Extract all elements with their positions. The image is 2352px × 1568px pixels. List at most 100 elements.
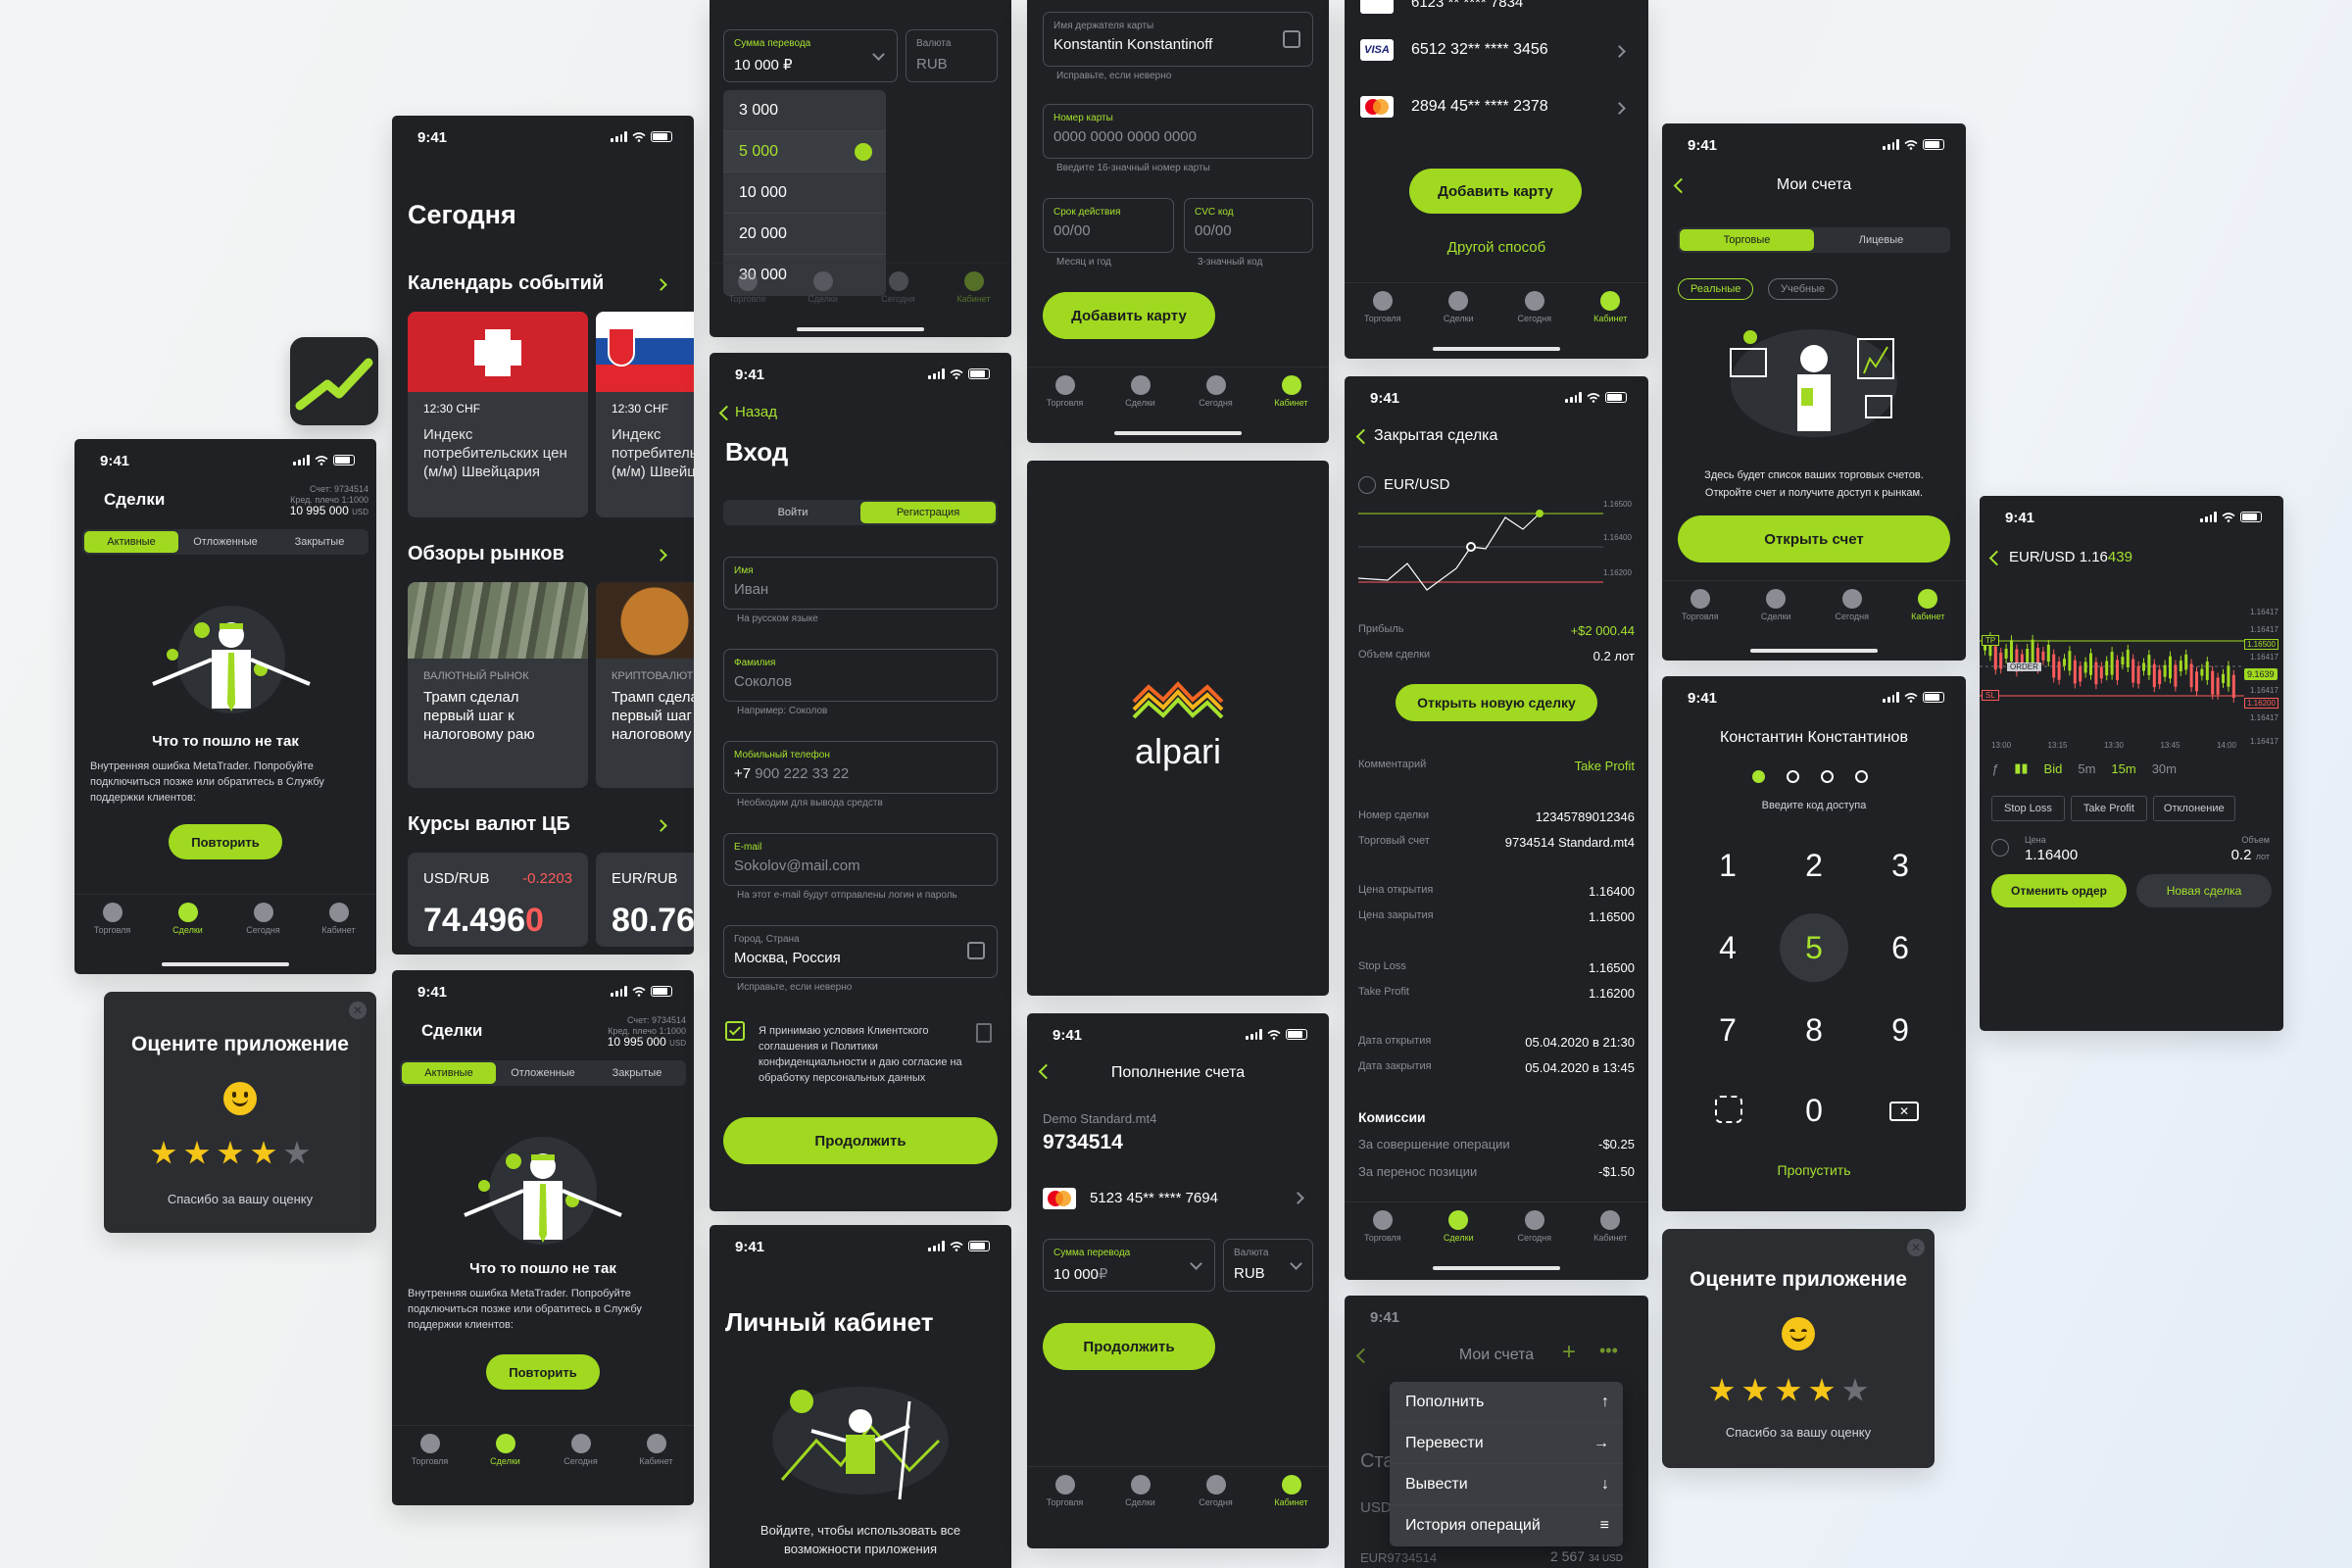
new-deal-button[interactable]: Новая сделка [2136, 874, 2272, 907]
tf-15m[interactable]: 15m [2111, 761, 2135, 776]
rating-stars[interactable] [1709, 1378, 1868, 1403]
section-calendar[interactable]: Календарь событий [408, 272, 604, 295]
tab-cabinet[interactable]: Кабинет [1898, 589, 1957, 621]
cancel-order-button[interactable]: Отменить ордер [1991, 874, 2127, 907]
tab-login[interactable]: Войти [725, 502, 860, 523]
tab-today[interactable]: Сегодня [552, 1434, 611, 1466]
chevron-right-icon[interactable] [1613, 45, 1626, 58]
cardholder-field[interactable]: Имя держателя карты Konstantin Konstantin… [1043, 12, 1313, 67]
amount-select[interactable]: Сумма перевода 10 000 ₽ [723, 29, 898, 82]
key-1[interactable]: 1 [1693, 831, 1762, 900]
tab-active[interactable]: Активные [84, 531, 178, 553]
tab-personal-accounts[interactable]: Лицевые [1814, 229, 1948, 251]
order-label[interactable]: ORDER [2007, 662, 2041, 671]
back-icon[interactable] [1988, 550, 2005, 566]
menu-item-history[interactable]: История операций ≡ [1390, 1505, 1623, 1546]
tab-deals[interactable]: Сделки [1746, 589, 1805, 621]
rate-card[interactable]: USD/RUB -0.2203 74.4960 [408, 853, 588, 947]
add-card-button[interactable]: Добавить карту [1043, 292, 1215, 339]
tab-today[interactable]: Сегодня [869, 271, 928, 304]
tab-trading[interactable]: Торговля [1036, 1475, 1095, 1507]
dropdown-option-selected[interactable]: 5 000 [723, 131, 886, 172]
tab-cabinet[interactable]: Кабинет [627, 1434, 686, 1466]
tab-deals[interactable]: Сделки [1111, 1475, 1170, 1507]
menu-item-withdraw[interactable]: Вывести ↓ [1390, 1464, 1623, 1505]
cvc-field[interactable]: CVC код 00/00 [1184, 198, 1313, 253]
plus-icon[interactable]: + [1562, 1339, 1576, 1366]
card-number[interactable]: 5123 45** **** 7694 [1090, 1190, 1218, 1206]
chevron-right-icon[interactable] [1613, 102, 1626, 115]
take-profit-button[interactable]: Take Profit [2070, 796, 2147, 821]
tab-deals[interactable]: Сделки [794, 271, 853, 304]
key-6[interactable]: 6 [1866, 913, 1935, 982]
tab-active[interactable]: Активные [402, 1062, 496, 1084]
news-card[interactable]: ВАЛЮТНЫЙ РЫНОК Трамп сделал первый шаг к… [408, 582, 588, 788]
tab-register[interactable]: Регистрация [860, 502, 996, 523]
tab-cabinet[interactable]: Кабинет [1262, 375, 1321, 408]
currency-select[interactable]: Валюта RUB [1223, 1239, 1313, 1292]
tab-deals[interactable]: Сделки [159, 903, 218, 935]
key-0[interactable]: 0 [1780, 1076, 1848, 1145]
tab-cabinet[interactable]: Кабинет [1581, 1210, 1640, 1243]
tab-pending[interactable]: Отложенные [178, 531, 272, 553]
tab-trading[interactable]: Торговля [718, 271, 777, 304]
tab-closed[interactable]: Закрытые [272, 531, 367, 553]
tab-deals[interactable]: Сделки [476, 1434, 535, 1466]
indicator-icon[interactable]: ƒ [1991, 761, 1998, 776]
tab-pending[interactable]: Отложенные [496, 1062, 590, 1084]
key-8[interactable]: 8 [1780, 996, 1848, 1064]
tab-today[interactable]: Сегодня [1823, 589, 1882, 621]
tab-deals[interactable]: Сделки [1429, 291, 1488, 323]
tab-deals[interactable]: Сделки [1111, 375, 1170, 408]
tab-today[interactable]: Сегодня [1187, 375, 1246, 408]
other-method-link[interactable]: Другой способ [1345, 239, 1648, 256]
dropdown-option[interactable]: 10 000 [723, 172, 886, 214]
back-icon[interactable] [718, 405, 735, 421]
tf-5m[interactable]: 5m [2078, 761, 2095, 776]
backspace-icon[interactable]: ✕ [1889, 1102, 1919, 1121]
dropdown-option[interactable]: 3 000 [723, 90, 886, 131]
menu-item-transfer[interactable]: Перевести → [1390, 1423, 1623, 1464]
card-number[interactable]: 6123 ** **** 7834 [1411, 0, 1523, 11]
more-icon[interactable]: ••• [1599, 1341, 1618, 1361]
continue-button[interactable]: Продолжить [723, 1117, 998, 1164]
phone-field[interactable]: Мобильный телефон +7 900 222 33 22 [723, 741, 998, 794]
chevron-right-icon[interactable] [655, 278, 667, 291]
tab-trading-accounts[interactable]: Торговые [1680, 229, 1814, 251]
face-id-icon[interactable] [1715, 1096, 1742, 1123]
add-card-button[interactable]: Добавить карту [1409, 169, 1582, 214]
tab-trading[interactable]: Торговля [1353, 1210, 1412, 1243]
back-link[interactable]: Назад [735, 404, 777, 420]
card-number[interactable]: 2894 45** **** 2378 [1411, 98, 1548, 116]
tab-today[interactable]: Сегодня [234, 903, 293, 935]
tab-cabinet[interactable]: Кабинет [1262, 1475, 1321, 1507]
back-icon[interactable] [1355, 428, 1372, 445]
sl-label[interactable]: SL [1982, 690, 1999, 701]
first-name-field[interactable]: Имя Иван [723, 557, 998, 610]
card-number[interactable]: 6512 32** **** 3456 [1411, 41, 1548, 59]
pill-demo[interactable]: Учебные [1768, 278, 1838, 300]
section-reviews[interactable]: Обзоры рынков [408, 543, 564, 565]
document-icon[interactable] [976, 1023, 992, 1043]
event-card[interactable]: 12:30 CHF Индекс потребительских цен (м/… [408, 312, 588, 517]
key-2[interactable]: 2 [1780, 831, 1848, 900]
deviation-button[interactable]: Отклонение [2152, 796, 2235, 821]
tab-cabinet[interactable]: Кабинет [1581, 291, 1640, 323]
dropdown-option[interactable]: 20 000 [723, 214, 886, 255]
tab-trading[interactable]: Торговля [1036, 375, 1095, 408]
key-4[interactable]: 4 [1693, 913, 1762, 982]
key-9[interactable]: 9 [1866, 996, 1935, 1064]
news-card[interactable]: КРИПТОВАЛЮТЫ Трамп сделал первый шаг к н… [596, 582, 694, 788]
tab-closed[interactable]: Закрытые [590, 1062, 684, 1084]
city-field[interactable]: Город, Страна Москва, Россия [723, 925, 998, 978]
amount-select[interactable]: Сумма перевода 10 000₽ [1043, 1239, 1215, 1292]
rate-card[interactable]: EUR/RUB 80.76 [596, 853, 694, 947]
candles-icon[interactable]: ▮▮ [2014, 760, 2028, 776]
expiry-field[interactable]: Срок действия 00/00 [1043, 198, 1174, 253]
tab-trading[interactable]: Торговля [1353, 291, 1412, 323]
pill-real[interactable]: Реальные [1678, 278, 1754, 300]
menu-item-deposit[interactable]: Пополнить ↑ [1390, 1382, 1623, 1423]
close-icon[interactable]: ✕ [349, 1002, 367, 1019]
tab-trading[interactable]: Торговля [401, 1434, 460, 1466]
currency-select[interactable]: Валюта RUB [906, 29, 998, 82]
